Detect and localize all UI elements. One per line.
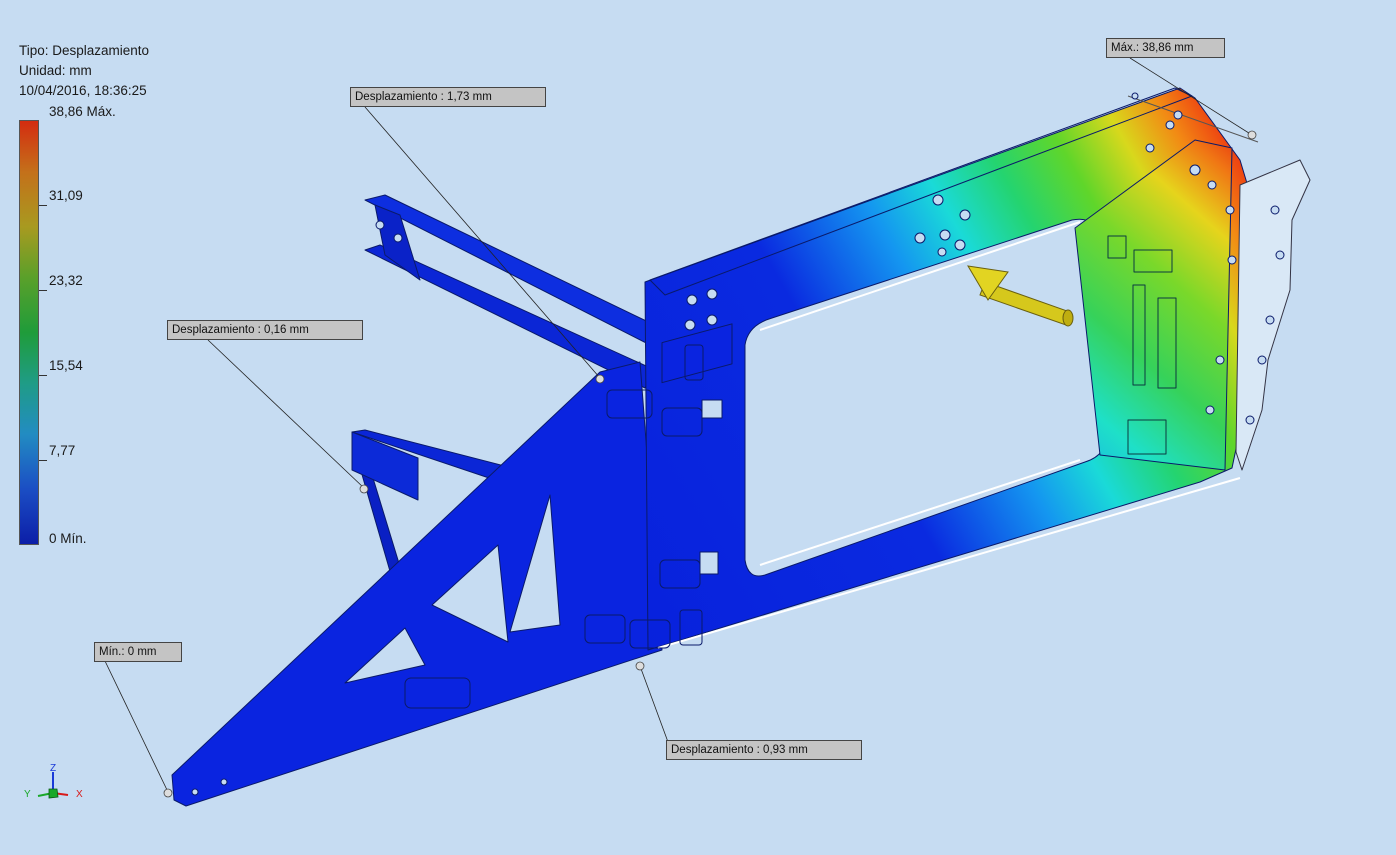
result-type-label: Tipo: Desplazamiento <box>19 43 150 58</box>
probe-label-1[interactable]: Desplazamiento : 1,73 mm <box>350 87 546 107</box>
probe-point-3[interactable] <box>635 661 645 671</box>
legend-tick <box>39 290 47 291</box>
probe-label-2[interactable]: Desplazamiento : 0,16 mm <box>167 320 363 340</box>
legend-label: 23,32 <box>49 273 83 288</box>
probe-point-max[interactable] <box>1247 130 1257 140</box>
triad-z-label: Z <box>50 763 56 774</box>
triad-y-label: Y <box>24 789 31 800</box>
legend-label-max: 38,86 Máx. <box>49 104 116 119</box>
unit-label: Unidad: mm <box>19 63 92 78</box>
legend-tick <box>39 205 47 206</box>
probe-label-3[interactable]: Desplazamiento : 0,93 mm <box>666 740 862 760</box>
legend-label: 31,09 <box>49 188 83 203</box>
model-viewport[interactable] <box>0 0 1396 855</box>
legend-label: 7,77 <box>49 443 76 458</box>
triad-x-label: X <box>76 789 83 800</box>
timestamp-label: 10/04/2016, 18:36:25 <box>19 83 147 98</box>
legend-label: 15,54 <box>49 358 83 373</box>
legend-tick <box>39 460 47 461</box>
legend-tick <box>39 375 47 376</box>
probe-label-max[interactable]: Máx.: 38,86 mm <box>1106 38 1225 58</box>
probe-label-min[interactable]: Mín.: 0 mm <box>94 642 182 662</box>
probe-point-1[interactable] <box>595 374 605 384</box>
front-triangle-plate <box>171 361 663 807</box>
frame-model <box>171 87 1311 807</box>
legend-label-min: 0 Mín. <box>49 531 87 546</box>
probe-point-min[interactable] <box>163 788 173 798</box>
color-legend-bar <box>19 120 39 545</box>
probe-point-2[interactable] <box>359 484 369 494</box>
view-triad[interactable]: Z Y X <box>22 762 92 807</box>
load-arrow <box>967 265 1074 327</box>
